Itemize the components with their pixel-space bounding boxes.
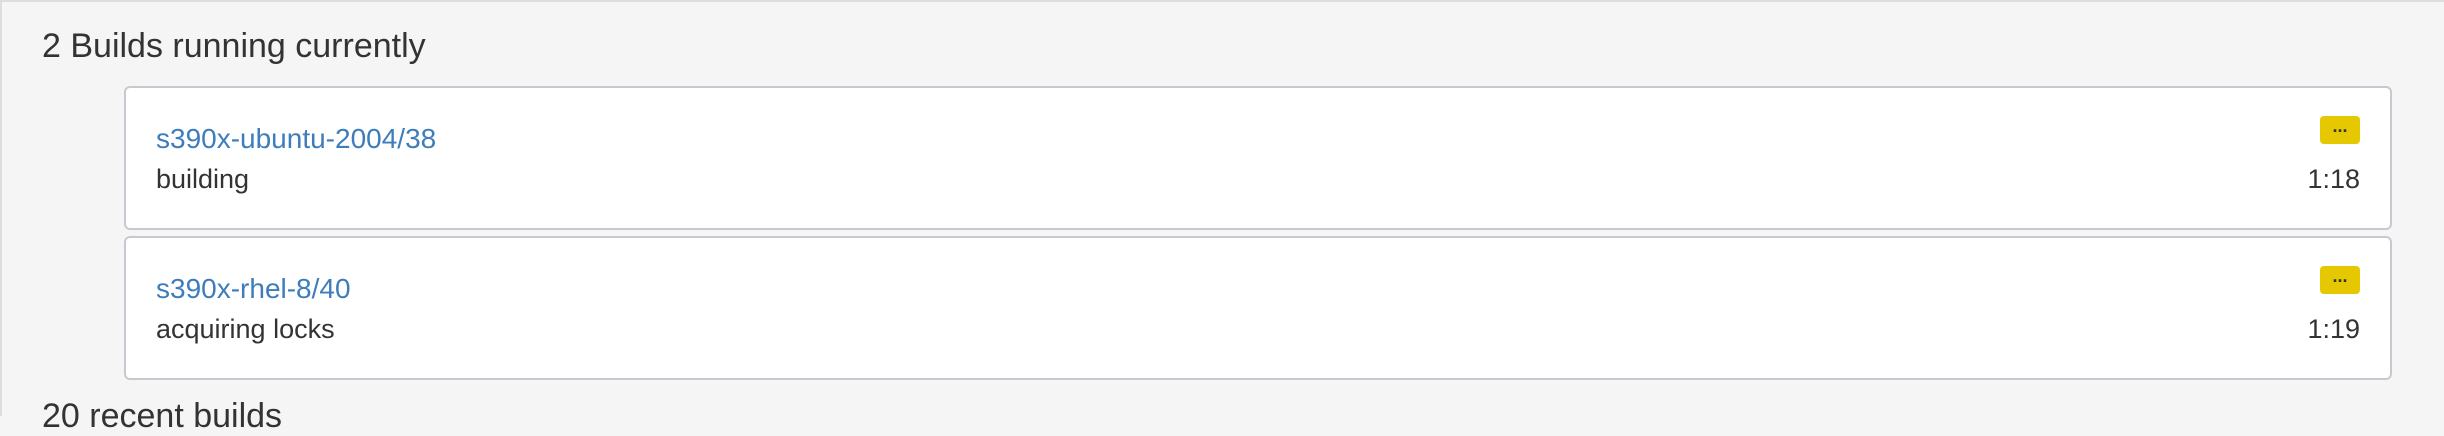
top-border xyxy=(0,0,2444,2)
build-activity-badge: ... xyxy=(2320,116,2360,144)
build-status: building xyxy=(156,164,250,194)
current-builds-list: s390x-ubuntu-2004/38 building ... 1:18 s… xyxy=(124,86,2392,386)
left-border xyxy=(0,0,2,416)
build-duration: 1:18 xyxy=(2307,164,2360,194)
build-card: s390x-rhel-8/40 acquiring locks ... 1:19 xyxy=(124,236,2392,380)
current-builds-title: 2 Builds running currently xyxy=(42,27,426,65)
build-duration: 1:19 xyxy=(2307,314,2360,344)
build-link[interactable]: s390x-ubuntu-2004/38 xyxy=(156,122,436,156)
build-status: acquiring locks xyxy=(156,314,335,344)
recent-builds-title: 20 recent builds xyxy=(42,397,283,435)
build-link[interactable]: s390x-rhel-8/40 xyxy=(156,272,351,306)
build-card: s390x-ubuntu-2004/38 building ... 1:18 xyxy=(124,86,2392,230)
build-activity-badge: ... xyxy=(2320,266,2360,294)
